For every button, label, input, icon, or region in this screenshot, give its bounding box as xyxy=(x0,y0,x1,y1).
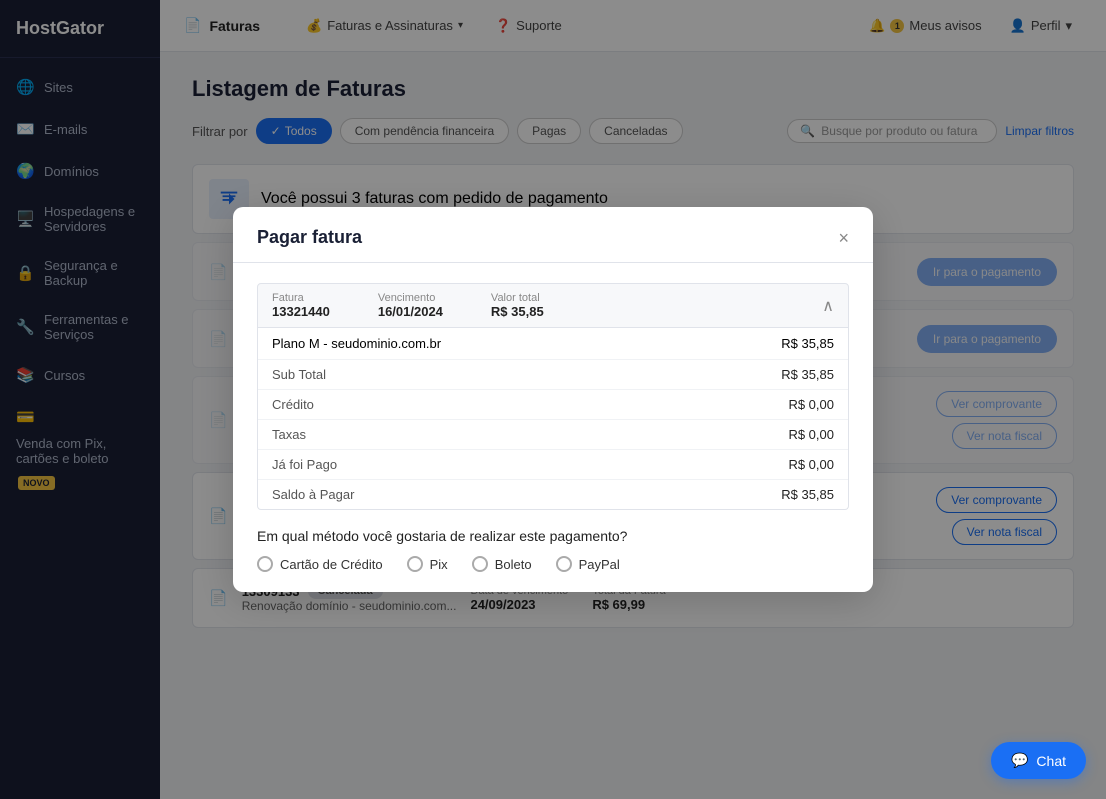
chat-label: Chat xyxy=(1036,753,1066,769)
vencimento-val: 16/01/2024 xyxy=(378,304,443,319)
ja-foi-pago-value: R$ 0,00 xyxy=(788,457,834,472)
modal-body: Fatura 13321440 Vencimento 16/01/2024 Va… xyxy=(233,263,873,592)
payment-option-pix[interactable]: Pix xyxy=(407,556,448,572)
modal-overlay[interactable]: Pagar fatura × Fatura 13321440 Venciment… xyxy=(0,0,1106,799)
valor-val: R$ 35,85 xyxy=(491,304,544,319)
invoice-header-cols: Fatura 13321440 Vencimento 16/01/2024 Va… xyxy=(272,292,544,319)
taxas-label: Taxas xyxy=(272,427,306,442)
vencimento-col: Vencimento 16/01/2024 xyxy=(378,292,443,319)
modal-title: Pagar fatura xyxy=(257,227,362,248)
vencimento-label: Vencimento xyxy=(378,292,443,304)
product-row: Plano M - seudominio.com.br R$ 35,85 xyxy=(258,328,848,360)
invoice-detail-table: Plano M - seudominio.com.br R$ 35,85 Sub… xyxy=(257,328,849,510)
radio-paypal[interactable] xyxy=(556,556,572,572)
credito-label: Crédito xyxy=(272,397,314,412)
product-value: R$ 35,85 xyxy=(781,336,834,351)
taxas-row: Taxas R$ 0,00 xyxy=(258,420,848,450)
payment-option-cartao[interactable]: Cartão de Crédito xyxy=(257,556,383,572)
payment-options: Cartão de Crédito Pix Boleto PayPal xyxy=(257,556,849,572)
payment-boleto-label: Boleto xyxy=(495,557,532,572)
chat-icon: 💬 xyxy=(1011,752,1028,769)
payment-question: Em qual método você gostaria de realizar… xyxy=(257,528,849,544)
radio-pix[interactable] xyxy=(407,556,423,572)
payment-option-paypal[interactable]: PayPal xyxy=(556,556,620,572)
ja-foi-pago-label: Já foi Pago xyxy=(272,457,337,472)
fatura-val: 13321440 xyxy=(272,304,330,319)
product-name: Plano M - seudominio.com.br xyxy=(272,336,441,351)
payment-option-boleto[interactable]: Boleto xyxy=(472,556,532,572)
modal-header: Pagar fatura × xyxy=(233,207,873,263)
saldo-pagar-value: R$ 35,85 xyxy=(781,487,834,502)
fatura-col: Fatura 13321440 xyxy=(272,292,330,319)
valor-col: Valor total R$ 35,85 xyxy=(491,292,544,319)
credito-row: Crédito R$ 0,00 xyxy=(258,390,848,420)
valor-label: Valor total xyxy=(491,292,544,304)
modal-close-button[interactable]: × xyxy=(838,229,849,247)
taxas-value: R$ 0,00 xyxy=(788,427,834,442)
payment-pix-label: Pix xyxy=(430,557,448,572)
radio-boleto[interactable] xyxy=(472,556,488,572)
radio-cartao[interactable] xyxy=(257,556,273,572)
invoice-detail-header: Fatura 13321440 Vencimento 16/01/2024 Va… xyxy=(257,283,849,328)
pagar-fatura-modal: Pagar fatura × Fatura 13321440 Venciment… xyxy=(233,207,873,592)
collapse-button[interactable]: ∧ xyxy=(822,296,834,316)
saldo-pagar-row: Saldo à Pagar R$ 35,85 xyxy=(258,480,848,509)
subtotal-label: Sub Total xyxy=(272,367,326,382)
payment-paypal-label: PayPal xyxy=(579,557,620,572)
saldo-pagar-label: Saldo à Pagar xyxy=(272,487,354,502)
payment-cartao-label: Cartão de Crédito xyxy=(280,557,383,572)
ja-foi-pago-row: Já foi Pago R$ 0,00 xyxy=(258,450,848,480)
subtotal-row: Sub Total R$ 35,85 xyxy=(258,360,848,390)
credito-value: R$ 0,00 xyxy=(788,397,834,412)
chat-button[interactable]: 💬 Chat xyxy=(991,742,1086,779)
fatura-label: Fatura xyxy=(272,292,330,304)
subtotal-value: R$ 35,85 xyxy=(781,367,834,382)
